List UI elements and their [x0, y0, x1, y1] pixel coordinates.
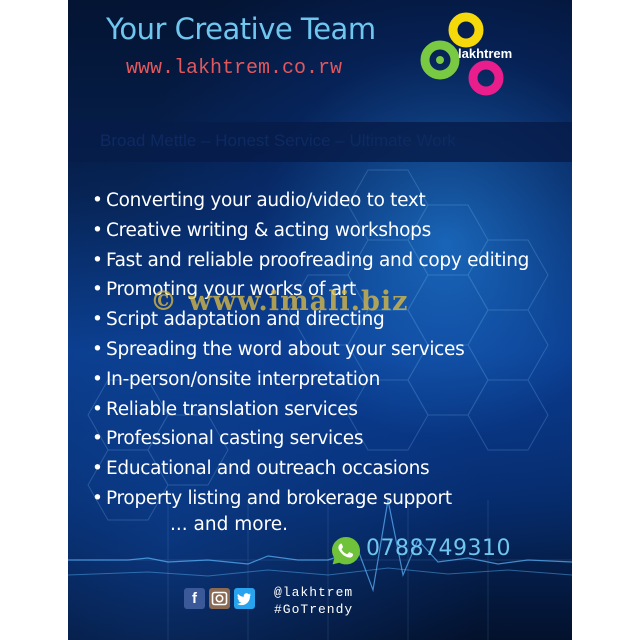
bullet: •	[92, 309, 103, 331]
list-item: • Converting your audio/video to text	[92, 186, 529, 216]
watermark: © www.imali.biz	[150, 286, 409, 317]
website-url[interactable]: www.lakhtrem.co.rw	[126, 57, 342, 80]
poster-title: Your Creative Team	[106, 12, 376, 46]
service-label: Converting your audio/video to text	[106, 190, 426, 211]
list-item: • Creative writing & acting workshops	[92, 216, 529, 246]
bullet: •	[92, 279, 103, 301]
services-list: • Converting your audio/video to text • Cr…	[92, 186, 529, 514]
logo-wordmark: lakhtrem	[458, 46, 513, 61]
bullet: •	[92, 338, 103, 360]
list-item: • Fast and reliable proofreading and copy…	[92, 246, 529, 276]
bullet: •	[92, 458, 103, 480]
instagram-icon[interactable]	[209, 588, 230, 609]
and-more-text: ... and more.	[170, 514, 289, 535]
social-icons: f	[184, 588, 258, 610]
bullet: •	[92, 190, 103, 211]
social-handle[interactable]: @lakhtrem	[274, 585, 353, 600]
bullet: •	[92, 487, 103, 509]
service-label: Creative writing & acting workshops	[106, 219, 431, 241]
service-label: Educational and outreach occasions	[106, 458, 430, 480]
service-label: In-person/onsite interpretation	[106, 368, 380, 390]
service-label: Fast and reliable proofreading and copy …	[106, 249, 530, 271]
tagline: Broad Mettle – Honest Service – Ultimate…	[100, 131, 456, 150]
camera-icon	[211, 591, 228, 606]
flyer-poster: Your Creative Team www.lakhtrem.co.rw la…	[68, 0, 572, 640]
service-label: Professional casting services	[106, 428, 364, 450]
service-label: Spreading the word about your services	[106, 338, 465, 360]
bird-icon	[236, 593, 251, 606]
list-item: • Educational and outreach occasions	[92, 454, 529, 484]
service-label: Reliable translation services	[106, 398, 358, 420]
whatsapp-phone-icon	[332, 537, 360, 565]
bullet: •	[92, 368, 103, 390]
phone-number[interactable]: 0788749310	[366, 536, 511, 561]
bullet: •	[92, 219, 103, 241]
facebook-icon[interactable]: f	[184, 588, 205, 609]
service-label: Property listing and brokerage support	[106, 487, 452, 509]
list-item: • In-person/onsite interpretation	[92, 365, 529, 395]
bullet: •	[92, 428, 103, 450]
twitter-icon[interactable]	[234, 588, 255, 609]
list-item: • Professional casting services	[92, 424, 529, 454]
bullet: •	[92, 398, 103, 420]
list-item: • Reliable translation services	[92, 395, 529, 425]
bullet: •	[92, 249, 103, 271]
list-item: • Property listing and brokerage support	[92, 484, 529, 514]
hashtag: #GoTrendy	[274, 602, 354, 617]
list-item: • Spreading the word about your services	[92, 335, 529, 365]
